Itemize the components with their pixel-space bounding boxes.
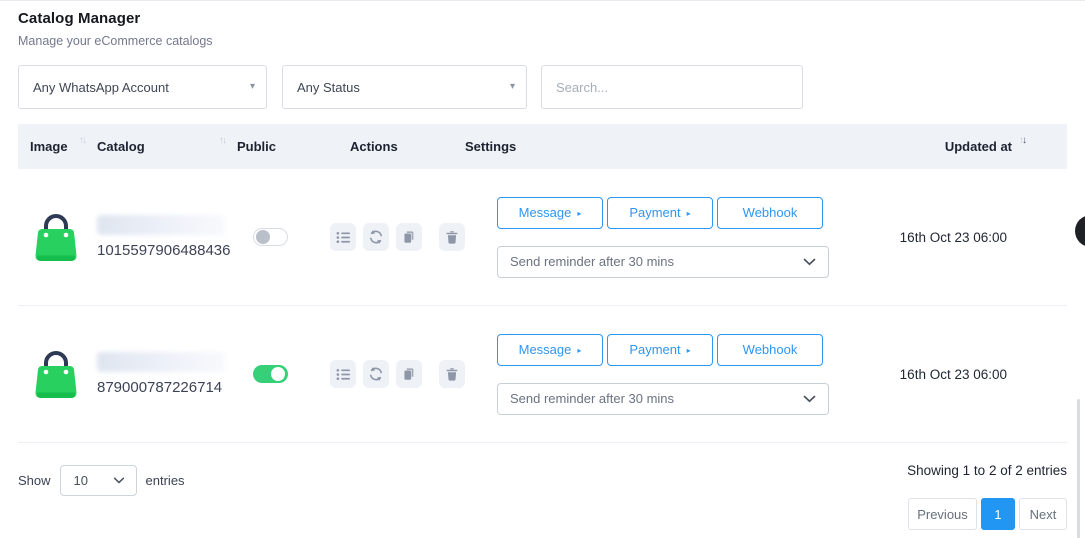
column-header-image[interactable]: Image ↑↓ xyxy=(18,139,97,154)
actions-cell xyxy=(330,223,465,251)
whatsapp-account-filter[interactable]: Any WhatsApp Account ▾ xyxy=(18,65,267,109)
refresh-icon xyxy=(368,229,384,245)
sync-button[interactable] xyxy=(363,223,389,251)
caret-down-icon: ▾ xyxy=(510,82,515,92)
caret-right-icon: ▸ xyxy=(687,347,691,355)
list-icon xyxy=(336,367,351,382)
sort-icon: ↑↓ xyxy=(79,135,85,146)
page-header: Catalog Manager Manage your eCommerce ca… xyxy=(0,1,1085,48)
catalog-image-cell xyxy=(18,205,97,270)
toggle-knob xyxy=(256,230,270,244)
sync-button[interactable] xyxy=(363,360,389,388)
settings-cell: Message ▸ Payment ▸ Webhook Send reminde… xyxy=(465,334,823,415)
catalog-manager-page: Catalog Manager Manage your eCommerce ca… xyxy=(0,0,1085,538)
product-list-button[interactable] xyxy=(330,360,356,388)
filter-bar: Any WhatsApp Account ▾ Any Status ▾ xyxy=(18,65,1067,109)
webhook-button[interactable]: Webhook xyxy=(717,334,823,366)
page-1-button[interactable]: 1 xyxy=(981,498,1015,530)
settings-cell: Message ▸ Payment ▸ Webhook Send reminde… xyxy=(465,197,823,278)
chevron-down-icon xyxy=(113,477,125,484)
payment-button[interactable]: Payment ▸ xyxy=(607,197,713,229)
page-size-control: Show 10 entries xyxy=(18,465,185,496)
caret-right-icon: ▸ xyxy=(577,347,581,355)
whatsapp-account-filter-value: Any WhatsApp Account xyxy=(33,80,169,95)
duplicate-button[interactable] xyxy=(396,360,422,388)
sort-icon: ↑↓ xyxy=(219,135,225,146)
delete-button[interactable] xyxy=(439,360,465,388)
search-input[interactable] xyxy=(541,65,803,109)
catalog-name-redacted xyxy=(97,215,225,235)
catalog-id: 879000787226714 xyxy=(97,379,237,396)
chevron-down-icon xyxy=(803,395,816,403)
payment-button[interactable]: Payment ▸ xyxy=(607,334,713,366)
showing-entries-text: Showing 1 to 2 of 2 entries xyxy=(907,463,1067,478)
public-toggle[interactable] xyxy=(253,365,288,383)
shopping-bag-icon xyxy=(30,342,82,402)
toggle-knob xyxy=(271,367,285,381)
page-title: Catalog Manager xyxy=(18,10,1067,27)
table-header-row: Image ↑↓ Catalog ↑↓ Public Actions Setti… xyxy=(18,124,1067,169)
updated-at: 16th Oct 23 06:00 xyxy=(823,230,1067,245)
previous-page-button[interactable]: Previous xyxy=(908,498,977,530)
catalog-cell: 879000787226714 xyxy=(97,352,237,396)
settings-buttons: Message ▸ Payment ▸ Webhook xyxy=(497,334,823,366)
catalog-cell: 1015597906488436 xyxy=(97,215,237,259)
show-label: Show xyxy=(18,473,51,488)
delete-button[interactable] xyxy=(439,223,465,251)
table-row: 879000787226714 xyxy=(18,306,1067,443)
chevron-down-icon xyxy=(803,258,816,266)
pagination-area: Showing 1 to 2 of 2 entries Previous 1 N… xyxy=(907,456,1067,530)
list-icon xyxy=(336,230,351,245)
reminder-select[interactable]: Send reminder after 30 mins xyxy=(497,383,829,415)
caret-right-icon: ▸ xyxy=(577,210,581,218)
trash-icon xyxy=(445,230,459,244)
caret-down-icon: ▾ xyxy=(250,82,255,92)
copy-icon xyxy=(402,230,416,244)
column-header-public: Public xyxy=(237,139,350,154)
column-header-actions: Actions xyxy=(350,139,465,154)
floating-widget-button[interactable] xyxy=(1075,215,1085,247)
reminder-select[interactable]: Send reminder after 30 mins xyxy=(497,246,829,278)
shopping-bag-icon xyxy=(30,205,82,265)
message-button[interactable]: Message ▸ xyxy=(497,334,603,366)
status-filter[interactable]: Any Status ▾ xyxy=(282,65,527,109)
status-filter-value: Any Status xyxy=(297,80,360,95)
next-page-button[interactable]: Next xyxy=(1019,498,1067,530)
pagination: Previous 1 Next xyxy=(908,498,1067,530)
duplicate-button[interactable] xyxy=(396,223,422,251)
public-toggle[interactable] xyxy=(253,228,288,246)
webhook-button[interactable]: Webhook xyxy=(717,197,823,229)
message-button[interactable]: Message ▸ xyxy=(497,197,603,229)
scrollbar-thumb[interactable] xyxy=(1077,399,1080,538)
column-header-settings: Settings xyxy=(465,139,823,154)
page-size-select[interactable]: 10 xyxy=(60,465,137,496)
catalog-name-redacted xyxy=(97,352,225,372)
updated-at: 16th Oct 23 06:00 xyxy=(823,367,1067,382)
column-header-catalog[interactable]: Catalog ↑↓ xyxy=(97,139,237,154)
sort-icon-active-desc: ↑↓ xyxy=(1019,135,1025,146)
catalog-id: 1015597906488436 xyxy=(97,242,237,259)
actions-cell xyxy=(330,360,465,388)
page-subtitle: Manage your eCommerce catalogs xyxy=(18,34,1067,48)
trash-icon xyxy=(445,367,459,381)
column-header-updated-at[interactable]: Updated at ↑↓ xyxy=(823,139,1067,154)
table-footer: Show 10 entries Showing 1 to 2 of 2 entr… xyxy=(18,456,1067,530)
product-list-button[interactable] xyxy=(330,223,356,251)
caret-right-icon: ▸ xyxy=(687,210,691,218)
table-row: 1015597906488436 xyxy=(18,169,1067,306)
catalog-image-cell xyxy=(18,342,97,407)
entries-label: entries xyxy=(146,473,185,488)
copy-icon xyxy=(402,367,416,381)
catalog-table: Image ↑↓ Catalog ↑↓ Public Actions Setti… xyxy=(18,124,1067,443)
refresh-icon xyxy=(368,366,384,382)
settings-buttons: Message ▸ Payment ▸ Webhook xyxy=(497,197,823,229)
